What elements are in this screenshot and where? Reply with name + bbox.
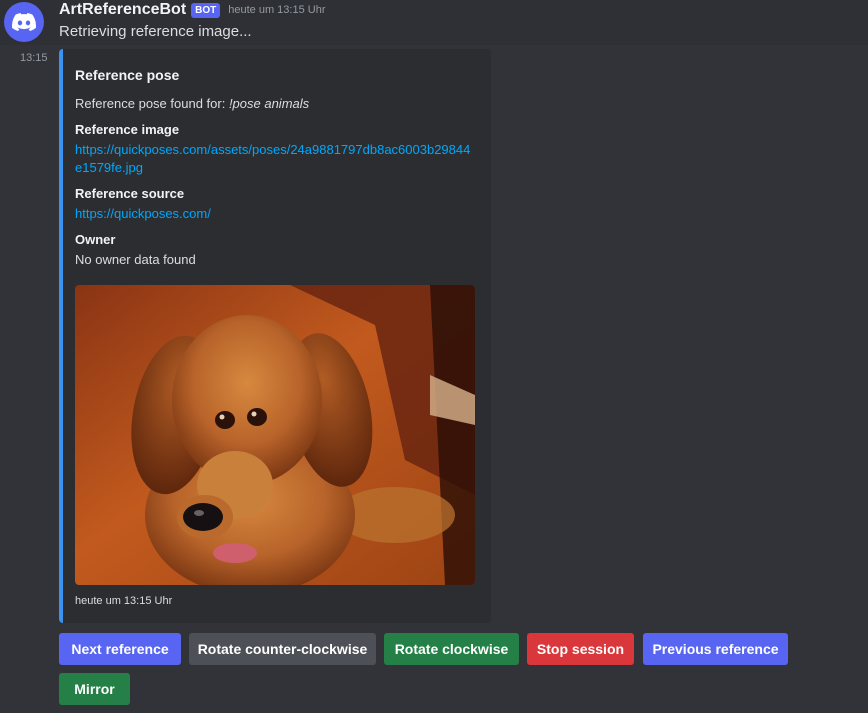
description-prefix: Reference pose found for:	[75, 96, 229, 111]
field-value-owner: No owner data found	[75, 252, 196, 267]
rotate-clockwise-button[interactable]: Rotate clockwise	[384, 633, 519, 665]
bot-avatar[interactable]	[4, 2, 44, 42]
field-value-reference-source: https://quickposes.com/	[75, 205, 211, 223]
golden-retriever-photo	[75, 285, 475, 585]
previous-reference-button[interactable]: Previous reference	[643, 633, 788, 665]
field-value-reference-image: https://quickposes.com/assets/poses/24a9…	[75, 141, 475, 177]
followup-timestamp: 13:15	[20, 52, 48, 64]
embed-card: Reference pose Reference pose found for:…	[59, 49, 491, 623]
bot-badge: BOT	[191, 2, 221, 18]
reference-source-link[interactable]: https://quickposes.com/	[75, 206, 211, 221]
message-timestamp: heute um 13:15 Uhr	[228, 4, 326, 16]
rotate-counter-clockwise-button[interactable]: Rotate counter-clockwise	[189, 633, 376, 665]
stop-session-button[interactable]: Stop session	[527, 633, 634, 665]
message-header: ArtReferenceBot BOT heute um 13:15 Uhr	[59, 1, 325, 19]
embed-title: Reference pose	[75, 67, 180, 83]
discord-logo-icon	[12, 13, 36, 31]
field-name-reference-source: Reference source	[75, 186, 185, 201]
field-name-owner: Owner	[75, 232, 116, 247]
field-name-reference-image: Reference image	[75, 122, 180, 137]
message-text: Retrieving reference image...	[59, 23, 252, 40]
embed-footer-timestamp: heute um 13:15 Uhr	[75, 595, 173, 607]
mirror-button[interactable]: Mirror	[59, 673, 130, 705]
embed-description: Reference pose found for: !pose animals	[75, 96, 309, 111]
reference-image-link[interactable]: https://quickposes.com/assets/poses/24a9…	[75, 142, 470, 175]
next-reference-button[interactable]: Next reference	[59, 633, 181, 665]
description-command: !pose animals	[228, 96, 310, 111]
reference-image[interactable]	[75, 285, 475, 585]
author-name[interactable]: ArtReferenceBot	[59, 1, 186, 19]
